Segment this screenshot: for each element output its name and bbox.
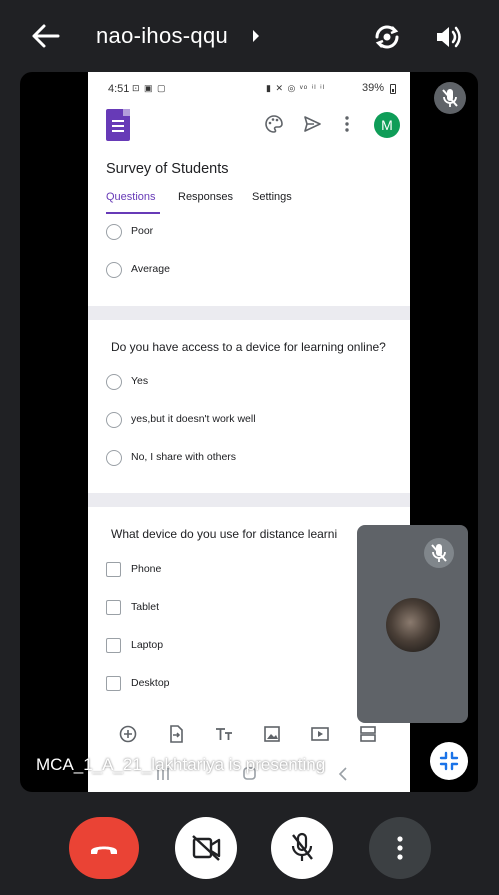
option-label: Yes: [131, 375, 149, 387]
checkbox[interactable]: [106, 562, 121, 577]
hangup-icon: [91, 846, 117, 854]
exit-fullscreen-icon[interactable]: [430, 742, 468, 780]
palette-icon[interactable]: [264, 114, 284, 134]
active-tab-indicator: [106, 212, 160, 214]
chevron-right-icon[interactable]: [250, 27, 262, 45]
end-call-button[interactable]: [69, 817, 139, 879]
switch-camera-icon[interactable]: [371, 21, 403, 53]
self-video-avatar: [386, 598, 440, 652]
account-avatar[interactable]: M: [374, 112, 400, 138]
option-label: Laptop: [131, 639, 164, 651]
import-questions-icon[interactable]: [166, 724, 186, 744]
radio-button[interactable]: [106, 374, 122, 390]
option-label: Desktop: [131, 677, 170, 689]
status-time: 4:51: [108, 83, 130, 95]
option-label: No, I share with others: [131, 451, 237, 463]
presentation-stage: 4:51 ⊡ ▣ ▢ ▮ ✕ ◎ ᵛᵒ ⁱˡ ⁱˡ 39% M Survey o…: [20, 72, 478, 792]
presenting-banner: MCA_1_A_21_lakhtariya is presenting: [36, 755, 326, 774]
option-label: Tablet: [131, 601, 160, 613]
radio-button[interactable]: [106, 224, 122, 240]
nav-back-icon[interactable]: [338, 767, 347, 781]
radio-button[interactable]: [106, 412, 122, 428]
radio-button[interactable]: [106, 262, 122, 278]
more-vert-icon[interactable]: [342, 114, 352, 134]
tab-responses[interactable]: Responses: [178, 191, 233, 203]
section-divider: [88, 493, 410, 507]
presenter-mic-off-icon: [434, 82, 466, 114]
status-notification-icons: ⊡ ▣ ▢: [132, 83, 167, 93]
question-text: Do you have access to a device for learn…: [111, 340, 386, 354]
option-label: Poor: [131, 225, 154, 237]
video-off-icon: [192, 835, 221, 861]
status-signal-icons: ▮ ✕ ◎ ᵛᵒ ⁱˡ ⁱˡ: [266, 83, 326, 93]
section-divider: [88, 306, 410, 320]
checkbox[interactable]: [106, 676, 121, 691]
battery-icon: [390, 84, 396, 94]
add-image-icon[interactable]: [262, 724, 282, 744]
more-vert-icon: [397, 836, 403, 860]
add-video-icon[interactable]: [310, 724, 330, 744]
call-controls: [0, 800, 499, 895]
question-text: What device do you use for distance lear…: [111, 527, 338, 541]
tab-settings[interactable]: Settings: [252, 191, 292, 203]
status-battery-percent: 39%: [362, 82, 385, 94]
add-question-icon[interactable]: [118, 724, 138, 744]
tab-questions[interactable]: Questions: [106, 191, 156, 203]
checkbox[interactable]: [106, 638, 121, 653]
option-label: Average: [131, 263, 170, 275]
camera-toggle-button[interactable]: [175, 817, 237, 879]
speaker-icon[interactable]: [433, 22, 465, 52]
option-label: yes,but it doesn't work well: [131, 413, 256, 425]
back-arrow-icon[interactable]: [30, 22, 62, 50]
mic-toggle-button[interactable]: [271, 817, 333, 879]
more-options-button[interactable]: [369, 817, 431, 879]
google-forms-logo-icon: [106, 109, 130, 141]
add-section-icon[interactable]: [358, 724, 378, 744]
checkbox[interactable]: [106, 600, 121, 615]
mic-off-icon: [291, 832, 313, 861]
add-title-icon[interactable]: [214, 724, 234, 744]
self-view-tile[interactable]: [357, 525, 468, 723]
radio-button[interactable]: [106, 450, 122, 466]
phone-status-bar: 4:51 ⊡ ▣ ▢ ▮ ✕ ◎ ᵛᵒ ⁱˡ ⁱˡ 39%: [88, 72, 410, 102]
form-title: Survey of Students: [106, 161, 229, 177]
self-mic-off-icon: [424, 538, 454, 568]
send-icon[interactable]: [302, 114, 322, 134]
meeting-code[interactable]: nao-ihos-qqu: [96, 23, 228, 49]
form-editor-toolbar: [108, 718, 400, 750]
option-label: Phone: [131, 563, 162, 575]
top-bar: nao-ihos-qqu: [0, 0, 499, 72]
